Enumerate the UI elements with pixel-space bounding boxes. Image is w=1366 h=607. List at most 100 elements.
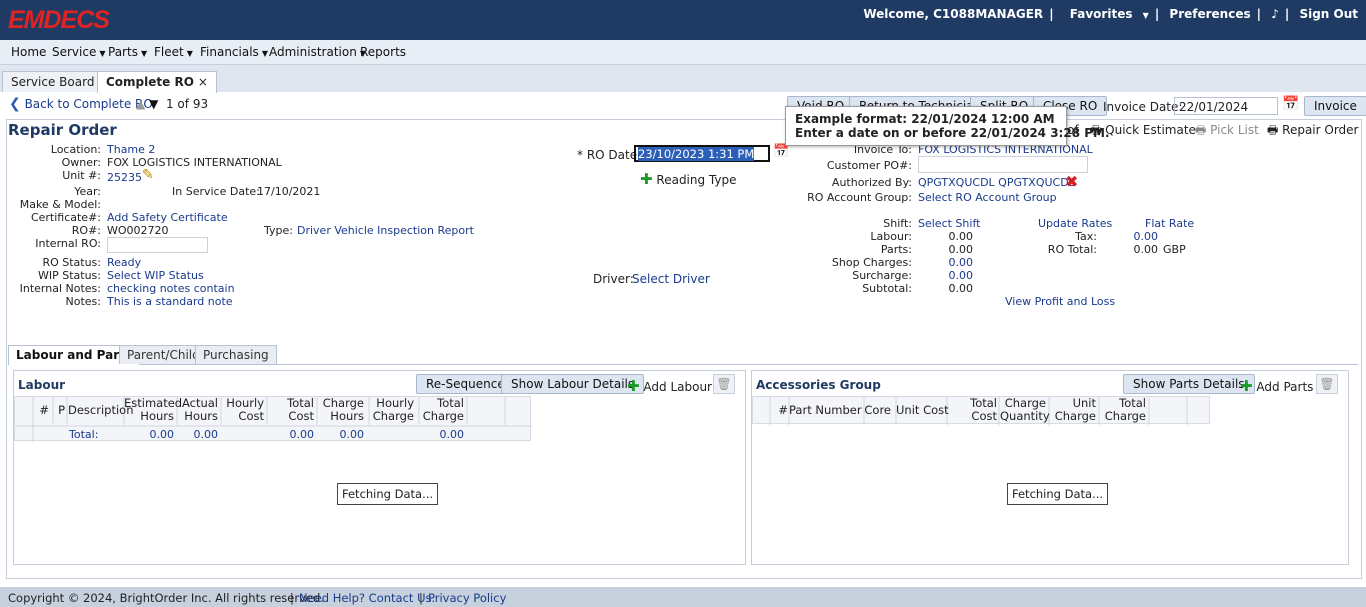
ro-status-label: RO Status: <box>42 256 101 269</box>
help-link[interactable]: Need Help? Contact Us. <box>299 591 435 605</box>
col-number: # <box>778 403 788 417</box>
location-label: Location: <box>50 143 101 156</box>
ro-account-group-link[interactable]: Select RO Account Group <box>918 191 1057 204</box>
invoice-date-input[interactable]: 22/01/2024 <box>1174 97 1278 115</box>
close-icon[interactable]: × <box>198 75 208 89</box>
resequence-button[interactable]: Re-Sequence <box>416 374 515 394</box>
preferences-link[interactable]: Preferences <box>1169 7 1250 21</box>
menu-parts[interactable]: Parts ▼ <box>108 45 147 59</box>
next-icon[interactable]: ▼ <box>149 97 158 111</box>
chevron-down-icon: ▼ <box>140 49 148 58</box>
tab-strip: Service Board× Complete RO× <box>0 65 1366 93</box>
menu-fleet[interactable]: Fleet ▼ <box>154 45 193 59</box>
view-profit-loss-link[interactable]: View Profit and Loss <box>1005 295 1115 308</box>
pick-list-link[interactable]: 🖶 Pick List <box>1195 121 1259 142</box>
reading-type-link[interactable]: ✚ Reading Type <box>640 170 737 188</box>
privacy-policy-link[interactable]: Privacy Policy <box>428 591 506 605</box>
owner-value: FOX LOGISTICS INTERNATIONAL <box>107 156 282 169</box>
top-nav: Welcome, C1088MANAGER | Favorites ▼ | Pref… <box>863 7 1358 21</box>
add-parts-button[interactable]: ✚ Add Parts <box>1240 377 1313 395</box>
plus-icon: ✚ <box>627 377 640 395</box>
pager: ▲ ▼ 1 of 93 <box>136 97 209 111</box>
shop-charges-label: Shop Charges: <box>831 256 912 269</box>
show-labour-details-button[interactable]: Show Labour Details <box>501 374 645 394</box>
add-labour-button[interactable]: ✚ Add Labour <box>627 377 712 395</box>
subtab-divider <box>8 364 1358 365</box>
certificate-label: Certificate#: <box>30 211 101 224</box>
labour-fetching-indicator: Fetching Data... <box>337 483 439 505</box>
shop-charges-value[interactable]: 0.00 <box>918 256 974 269</box>
authorized-by-label: Authorized By: <box>831 176 912 189</box>
trash-icon[interactable]: 🗑 <box>713 374 735 394</box>
page-total: 93 <box>192 97 209 111</box>
previous-icon[interactable]: ▲ <box>136 97 145 111</box>
authorized-by-link[interactable]: QPGTXQUCDL QPGTXQUCDL <box>918 176 1075 189</box>
col-total-charge: Total Charge <box>422 396 464 423</box>
accessories-fetching-indicator: Fetching Data... <box>1007 483 1109 505</box>
back-arrow-icon: ❮ <box>9 96 21 112</box>
col-unit-charge: Unit Charge <box>1054 396 1096 423</box>
plus-icon: ✚ <box>640 170 653 188</box>
col-unit-cost: Unit Cost <box>896 403 949 417</box>
pencil-icon[interactable]: ✎ <box>142 167 154 183</box>
select-driver-link[interactable]: Select Driver <box>632 272 710 286</box>
tab-complete-ro[interactable]: Complete RO × <box>97 71 217 93</box>
copyright-text: Copyright © 2024, BrightOrder Inc. All r… <box>8 591 324 605</box>
menu-administration[interactable]: Administration ▼ <box>269 45 366 59</box>
in-service-label: In Service Date: <box>172 185 260 198</box>
date-format-tooltip: Example format: 22/01/2024 12:00 AM Ente… <box>785 106 1110 146</box>
ro-number-value: WO002720 <box>107 224 169 237</box>
surcharge-value[interactable]: 0.00 <box>918 269 974 282</box>
col-description: Description <box>68 403 134 417</box>
surcharge-label: Surcharge: <box>852 269 912 282</box>
labour-total-row-label: Total: <box>69 428 99 441</box>
ro-total-label: RO Total: <box>1047 243 1097 256</box>
owner-label: Owner: <box>61 156 101 169</box>
show-parts-details-button[interactable]: Show Parts Details <box>1123 374 1255 394</box>
unit-link[interactable]: 25235 <box>107 171 142 184</box>
tab-purchasing[interactable]: Purchasing <box>195 345 277 364</box>
tax-value[interactable]: 0.00 <box>1100 230 1159 243</box>
col-hourly-charge: Hourly Charge <box>372 396 414 423</box>
printer-icon: 🖶 <box>1267 123 1279 137</box>
plus-icon: ✚ <box>1240 377 1253 395</box>
update-rates-link[interactable]: Update Rates <box>1038 217 1112 230</box>
main-menu: Home Service ▼ Parts ▼ Fleet ▼ Financials ▼ … <box>0 40 1366 65</box>
menu-home[interactable]: Home <box>11 45 46 59</box>
select-shift-link[interactable]: Select Shift <box>918 217 980 230</box>
location-link[interactable]: Thame 2 <box>107 143 155 156</box>
internal-ro-input[interactable] <box>107 237 208 253</box>
make-model-label: Make & Model: <box>19 198 101 211</box>
favorites-menu[interactable]: Favorites ▼ <box>1064 7 1149 21</box>
flat-rate-link[interactable]: Flat Rate <box>1145 217 1194 230</box>
notes-label: Notes: <box>65 295 101 308</box>
menu-financials[interactable]: Financials ▼ <box>200 45 268 59</box>
delete-icon[interactable]: ✖ <box>1065 172 1078 191</box>
help-icon[interactable]: ♪ <box>1271 7 1279 21</box>
col-p: P <box>58 403 65 417</box>
ro-number-label: RO#: <box>71 224 101 237</box>
col-charge-quantity: Charge Quantity <box>1000 396 1050 423</box>
trash-icon[interactable]: 🗑 <box>1316 374 1338 394</box>
back-link[interactable]: ❮ Back to Complete RO <box>9 96 153 112</box>
menu-service[interactable]: Service ▼ <box>52 45 106 59</box>
menu-reports[interactable]: Reports <box>360 45 406 59</box>
repair-order-print-link[interactable]: 🖶 Repair Order <box>1267 121 1359 142</box>
invoice-button[interactable]: Invoice <box>1304 96 1366 116</box>
add-certificate-link[interactable]: Add Safety Certificate <box>107 211 228 224</box>
col-estimated-hours: Estimated Hours <box>124 396 183 423</box>
sign-out-link[interactable]: Sign Out <box>1299 7 1358 21</box>
col-total-cost: Total Cost <box>287 396 314 423</box>
wip-status-link[interactable]: Select WIP Status <box>107 269 204 282</box>
shift-label: Shift: <box>883 217 912 230</box>
customer-po-input[interactable] <box>918 156 1088 173</box>
ro-status-link[interactable]: Ready <box>107 256 141 269</box>
type-link[interactable]: Driver Vehicle Inspection Report <box>297 224 474 237</box>
notes-link[interactable]: This is a standard note <box>107 295 233 308</box>
ro-date-input[interactable]: 23/10/2023 1:31 PM <box>634 145 770 162</box>
col-actual-hours: Actual Hours <box>181 396 218 423</box>
internal-notes-link[interactable]: checking notes contain <box>107 282 235 295</box>
app-logo[interactable]: EMDECS <box>8 6 110 35</box>
calendar-icon[interactable]: 📅 <box>1282 96 1299 112</box>
col-part-number: Part Number <box>789 403 862 417</box>
